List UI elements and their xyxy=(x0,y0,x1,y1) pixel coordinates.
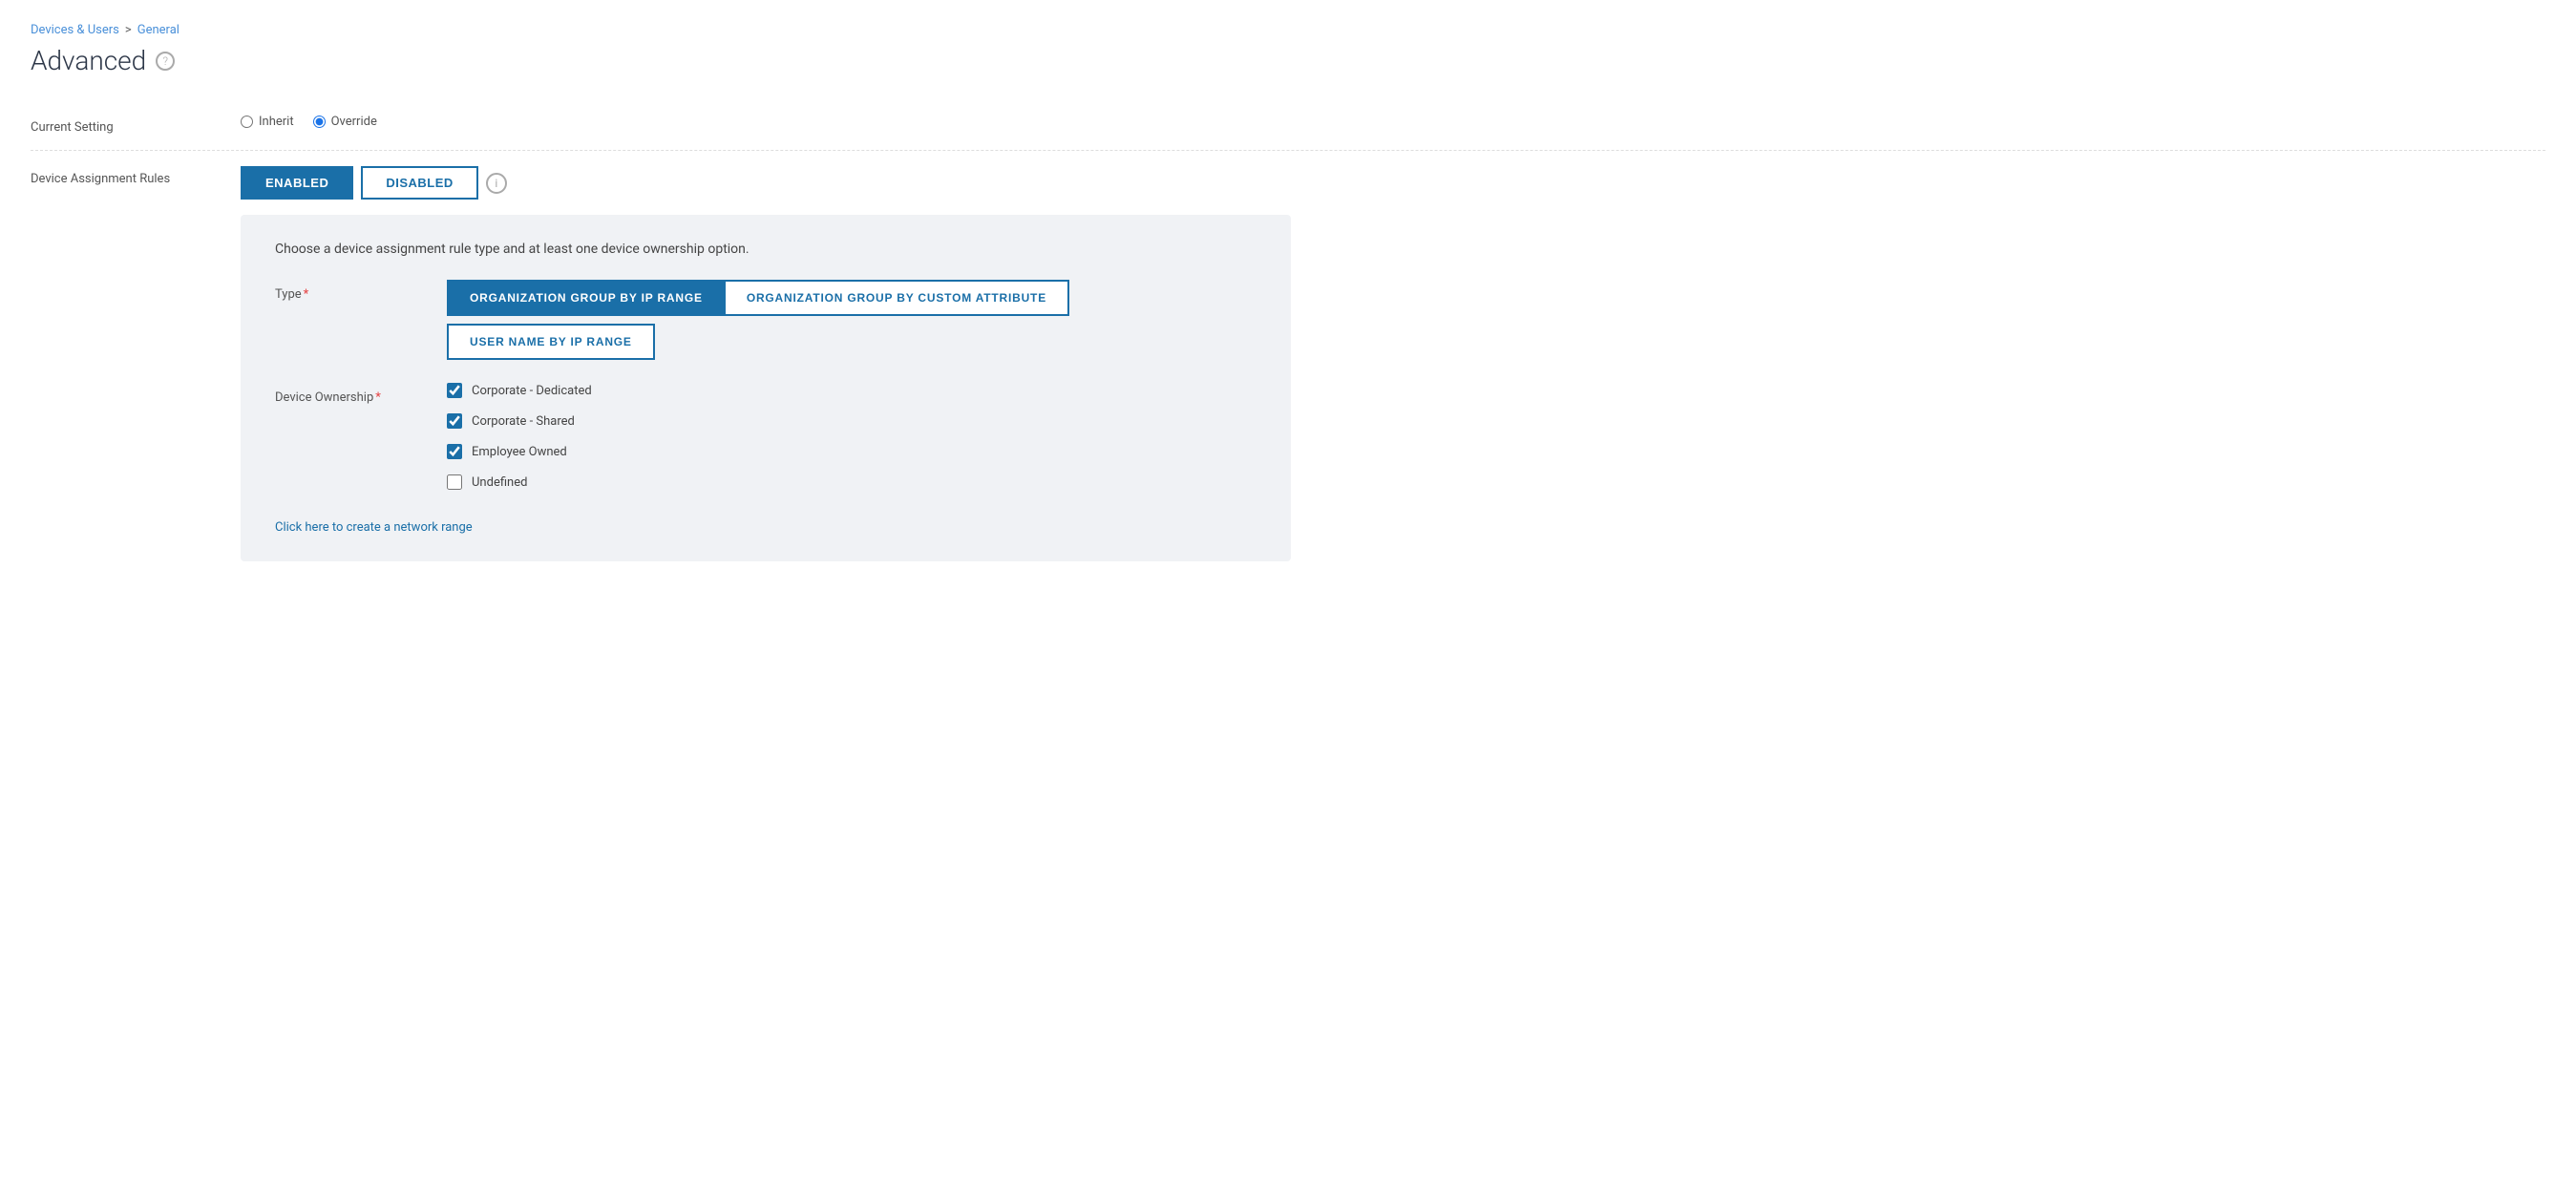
page-help-icon[interactable]: ? xyxy=(156,52,175,71)
type-row1: ORGANIZATION GROUP BY IP RANGE ORGANIZAT… xyxy=(447,280,1069,316)
breadcrumb-part2[interactable]: General xyxy=(137,23,179,37)
ownership-list: Corporate - Dedicated Corporate - Shared… xyxy=(447,383,592,490)
device-assignment-controls: ENABLED DISABLED i Choose a device assig… xyxy=(241,166,2545,561)
assignment-panel: Choose a device assignment rule type and… xyxy=(241,215,1291,561)
enabled-button[interactable]: ENABLED xyxy=(241,166,353,200)
ownership-undefined[interactable]: Undefined xyxy=(447,474,592,490)
type-btn-user-name-ip[interactable]: USER NAME BY IP RANGE xyxy=(447,324,655,360)
type-btn-org-group-ip[interactable]: ORGANIZATION GROUP BY IP RANGE xyxy=(447,280,724,316)
type-label: Type* xyxy=(275,280,447,302)
breadcrumb: Devices & Users > General xyxy=(31,23,2545,37)
current-setting-row: Current Setting Inherit Override xyxy=(31,99,2545,151)
type-row2: USER NAME BY IP RANGE xyxy=(447,324,1069,360)
type-required-star: * xyxy=(304,287,309,302)
checkbox-corporate-dedicated[interactable] xyxy=(447,383,462,398)
checkbox-undefined[interactable] xyxy=(447,474,462,490)
page-title-container: Advanced ? xyxy=(31,45,2545,76)
type-buttons-wrapper: ORGANIZATION GROUP BY IP RANGE ORGANIZAT… xyxy=(447,280,1069,360)
type-row: Type* ORGANIZATION GROUP BY IP RANGE ORG… xyxy=(275,280,1256,360)
label-corporate-dedicated: Corporate - Dedicated xyxy=(472,384,592,398)
checkbox-corporate-shared[interactable] xyxy=(447,413,462,429)
inherit-radio[interactable] xyxy=(241,116,253,128)
label-employee-owned: Employee Owned xyxy=(472,445,567,459)
checkbox-employee-owned[interactable] xyxy=(447,444,462,459)
info-icon[interactable]: i xyxy=(486,173,507,194)
type-btn-org-group-attr[interactable]: ORGANIZATION GROUP BY CUSTOM ATTRIBUTE xyxy=(724,280,1069,316)
ownership-row: Device Ownership* Corporate - Dedicated … xyxy=(275,383,1256,490)
override-label: Override xyxy=(331,115,377,129)
breadcrumb-separator: > xyxy=(125,23,132,37)
ownership-label: Device Ownership* xyxy=(275,383,447,405)
toggle-group: ENABLED DISABLED i xyxy=(241,166,2545,200)
device-assignment-row: Device Assignment Rules ENABLED DISABLED… xyxy=(31,151,2545,577)
override-radio[interactable] xyxy=(313,116,326,128)
disabled-button[interactable]: DISABLED xyxy=(361,166,477,200)
inherit-radio-label[interactable]: Inherit xyxy=(241,115,294,129)
breadcrumb-part1[interactable]: Devices & Users xyxy=(31,23,119,37)
label-undefined: Undefined xyxy=(472,475,527,490)
radio-group: Inherit Override xyxy=(241,115,2545,129)
label-corporate-shared: Corporate - Shared xyxy=(472,414,575,429)
ownership-corporate-dedicated[interactable]: Corporate - Dedicated xyxy=(447,383,592,398)
current-setting-controls: Inherit Override xyxy=(241,115,2545,129)
page-title: Advanced xyxy=(31,45,146,76)
panel-description: Choose a device assignment rule type and… xyxy=(275,242,1256,257)
current-setting-label: Current Setting xyxy=(31,115,241,135)
override-radio-label[interactable]: Override xyxy=(313,115,377,129)
ownership-corporate-shared[interactable]: Corporate - Shared xyxy=(447,413,592,429)
device-assignment-label: Device Assignment Rules xyxy=(31,166,241,186)
ownership-required-star: * xyxy=(375,390,381,405)
inherit-label: Inherit xyxy=(259,115,294,129)
create-network-range-link[interactable]: Click here to create a network range xyxy=(275,520,473,535)
ownership-employee-owned[interactable]: Employee Owned xyxy=(447,444,592,459)
